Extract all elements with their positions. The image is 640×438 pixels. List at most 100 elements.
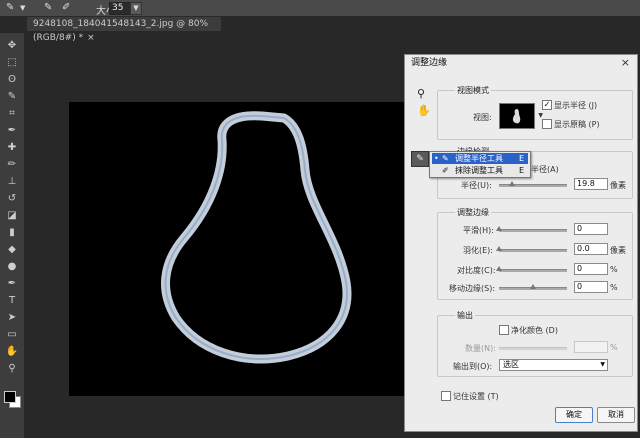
pen-tool-icon[interactable]: ✒ (4, 277, 20, 291)
refine-radius-tool-icon[interactable]: ✎ (6, 2, 14, 13)
output-to-value: 选区 (503, 360, 519, 369)
erase-refinements-tool-item[interactable]: ✐ 抹除调整工具 E (432, 165, 528, 176)
radius-unit: 像素 (610, 181, 626, 190)
spot-healing-tool-icon[interactable]: ✚ (4, 141, 20, 155)
blur-tool-icon[interactable]: ◆ (4, 243, 20, 257)
output-title: 输出 (455, 310, 475, 321)
lasso-tool-icon[interactable]: ʘ (4, 73, 20, 87)
amount-label: 数量(N): (465, 344, 496, 353)
view-mode-title: 视图模式 (455, 85, 491, 96)
amount-input (574, 341, 608, 353)
amount-slider (499, 347, 567, 350)
tool-flyout-menu: • ✎ 调整半径工具 E ✐ 抹除调整工具 E (429, 151, 531, 178)
chevron-down-icon[interactable]: ▼ (538, 112, 543, 119)
smooth-slider[interactable] (496, 226, 567, 232)
smooth-input[interactable]: 0 (574, 223, 608, 235)
contrast-label: 对比度(C): (457, 266, 496, 275)
chevron-down-icon[interactable]: ▼ (20, 4, 25, 12)
erase-refinements-tool-label: 抹除调整工具 (455, 166, 503, 175)
feather-slider-knob[interactable] (496, 246, 502, 251)
type-tool-icon[interactable]: T (4, 294, 20, 308)
path-selection-tool-icon[interactable]: ➤ (4, 311, 20, 325)
adjust-edge-title: 调整边缘 (455, 207, 491, 218)
refine-radius-icon: ✎ (442, 154, 449, 163)
document-title: 9248108_184041548143_2.jpg @ 80%(RGB/8#)… (33, 19, 209, 43)
hand-icon[interactable]: ✋ (417, 104, 431, 117)
amount-unit: % (610, 343, 618, 352)
clone-stamp-tool-icon[interactable]: ⊥ (4, 175, 20, 189)
shift-edge-slider[interactable] (499, 284, 567, 290)
hand-tool-icon[interactable]: ✋ (4, 345, 20, 359)
shift-edge-slider-knob[interactable] (530, 284, 536, 289)
size-input[interactable]: 35 (109, 2, 131, 15)
radius-slider[interactable] (499, 181, 567, 187)
output-to-label: 输出到(O): (453, 362, 493, 371)
show-original-label: 显示原稿 (P) (554, 120, 600, 129)
shift-edge-unit: % (610, 283, 618, 292)
decontaminate-checkbox[interactable] (499, 325, 509, 335)
contrast-unit: % (610, 265, 618, 274)
document-tab[interactable]: 9248108_184041548143_2.jpg @ 80%(RGB/8#)… (27, 17, 221, 43)
view-mode-group (437, 90, 633, 140)
shape-tool-icon[interactable]: ▭ (4, 328, 20, 342)
close-tab-icon[interactable]: × (87, 33, 95, 43)
close-icon[interactable]: × (621, 55, 630, 71)
show-original-checkbox[interactable] (542, 119, 552, 129)
canvas-image (161, 111, 352, 364)
refine-radius-icon[interactable]: ✎ (44, 2, 52, 13)
smooth-slider-knob[interactable] (496, 226, 502, 231)
options-bar: ✎ ▼ ✎ ✐ 大小: 35 ▼ (0, 0, 640, 17)
contrast-slider[interactable] (496, 266, 567, 272)
shift-edge-label: 移动边缘(S): (449, 284, 496, 293)
remember-settings-label: 记住设置 (T) (453, 392, 499, 401)
radius-input[interactable]: 19.8 (574, 178, 608, 190)
ok-button[interactable]: 确定 (555, 407, 593, 423)
shift-edge-input[interactable]: 0 (574, 281, 608, 293)
chevron-down-icon: ▼ (600, 361, 605, 368)
canvas[interactable] (69, 102, 404, 396)
refine-radius-tool-label: 调整半径工具 (455, 154, 503, 163)
contrast-slider-knob[interactable] (496, 266, 502, 271)
erase-refinements-tool-key: E (518, 166, 524, 175)
pear-thumbnail-icon (512, 109, 521, 124)
dialog-title: 调整边缘 (411, 58, 448, 68)
show-radius-label: 显示半径 (J) (554, 101, 598, 110)
radius-slider-knob[interactable] (508, 181, 515, 186)
view-thumbnail[interactable]: ▼ (499, 103, 543, 129)
gradient-tool-icon[interactable]: ▮ (4, 226, 20, 240)
tools-panel: ✥ ⬚ ʘ ✎ ⌗ ✒ ✚ ✏ ⊥ ↺ ◪ ▮ ◆ ● ✒ T ➤ ▭ ✋ ⚲ (0, 33, 25, 438)
refine-radius-tool-key: E (518, 154, 524, 163)
zoom-tool-icon[interactable]: ⚲ (4, 362, 20, 376)
brush-tool-icon[interactable]: ✏ (4, 158, 20, 172)
history-brush-tool-icon[interactable]: ↺ (4, 192, 20, 206)
contrast-input[interactable]: 0 (574, 263, 608, 275)
move-tool-icon[interactable]: ✥ (4, 39, 20, 53)
selected-dot-icon: • (434, 154, 439, 163)
smooth-label: 平滑(H): (463, 226, 494, 235)
feather-input[interactable]: 0.0 (574, 243, 608, 255)
foreground-color-swatch[interactable] (4, 391, 16, 403)
feather-unit: 像素 (610, 246, 626, 255)
view-label: 视图: (473, 113, 492, 122)
refine-edge-dialog: 调整边缘 × ⚲ ✋ 视图模式 视图: ▼ ✓ 显示半径 (J) 显示原稿 (P… (404, 54, 638, 432)
erase-refinements-icon[interactable]: ✐ (62, 2, 70, 13)
decontaminate-label: 净化颜色 (D) (511, 326, 558, 335)
size-dropdown-icon[interactable]: ▼ (130, 2, 142, 15)
marquee-tool-icon[interactable]: ⬚ (4, 56, 20, 70)
quick-selection-tool-icon[interactable]: ✎ (4, 90, 20, 104)
dodge-tool-icon[interactable]: ● (4, 260, 20, 274)
eyedropper-tool-icon[interactable]: ✒ (4, 124, 20, 138)
crop-tool-icon[interactable]: ⌗ (4, 107, 20, 121)
output-to-select[interactable]: 选区 ▼ (499, 359, 608, 371)
feather-label: 羽化(E): (463, 246, 493, 255)
erase-refinements-icon: ✐ (442, 166, 449, 175)
refine-tool-button[interactable]: ✎ (411, 151, 429, 167)
cancel-button[interactable]: 取消 (597, 407, 635, 423)
zoom-icon[interactable]: ⚲ (417, 87, 425, 100)
remember-settings-checkbox[interactable] (441, 391, 451, 401)
show-radius-checkbox[interactable]: ✓ (542, 100, 552, 110)
eraser-tool-icon[interactable]: ◪ (4, 209, 20, 223)
smart-radius-label: 半径(A) (531, 165, 559, 174)
feather-slider[interactable] (496, 246, 567, 252)
refine-radius-tool-item[interactable]: • ✎ 调整半径工具 E (432, 153, 528, 164)
